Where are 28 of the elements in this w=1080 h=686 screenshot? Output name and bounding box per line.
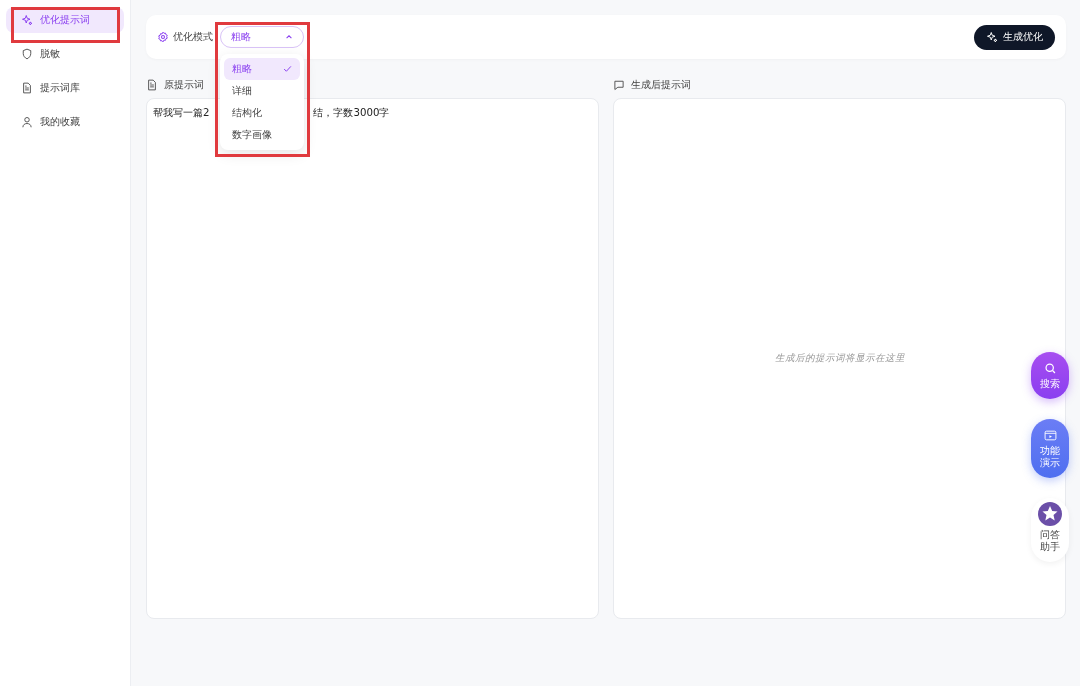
prompt-text: 帮我写一篇2 — [153, 106, 210, 120]
sidebar-item[interactable]: 我的收藏 — [6, 109, 124, 135]
mode-label: 优化模式 — [173, 30, 213, 44]
dropdown-option[interactable]: 粗略 — [224, 58, 300, 80]
generate-button[interactable]: 生成优化 — [974, 24, 1055, 50]
search-icon — [1043, 362, 1057, 375]
avatar-icon — [1038, 501, 1062, 526]
dropdown-option[interactable]: 结构化 — [224, 102, 300, 124]
panel-title: 原提示词 — [164, 78, 204, 92]
mode-select[interactable]: 粗略 — [220, 26, 304, 48]
document-icon — [146, 79, 158, 91]
check-icon — [283, 65, 292, 73]
sidebar-item[interactable]: 脱敏 — [6, 41, 124, 67]
placeholder-text: 生成后的提示词将显示在这里 — [774, 352, 905, 365]
document-icon — [21, 82, 33, 94]
sidebar-item[interactable]: 提示词库 — [6, 75, 124, 101]
assistant-button[interactable]: 问答助手 — [1031, 497, 1069, 562]
chat-icon — [613, 79, 625, 91]
gear-icon — [157, 31, 169, 43]
sparkle-icon — [986, 31, 998, 43]
shield-icon — [21, 48, 33, 60]
user-icon — [21, 116, 33, 128]
caret-icon — [285, 33, 293, 41]
video-icon — [1043, 428, 1057, 442]
sparkle-icon — [21, 14, 33, 26]
panel-title: 生成后提示词 — [631, 78, 691, 92]
dropdown-option[interactable]: 数字画像 — [224, 124, 300, 146]
prompt-text: 结，字数3000字 — [313, 106, 390, 120]
